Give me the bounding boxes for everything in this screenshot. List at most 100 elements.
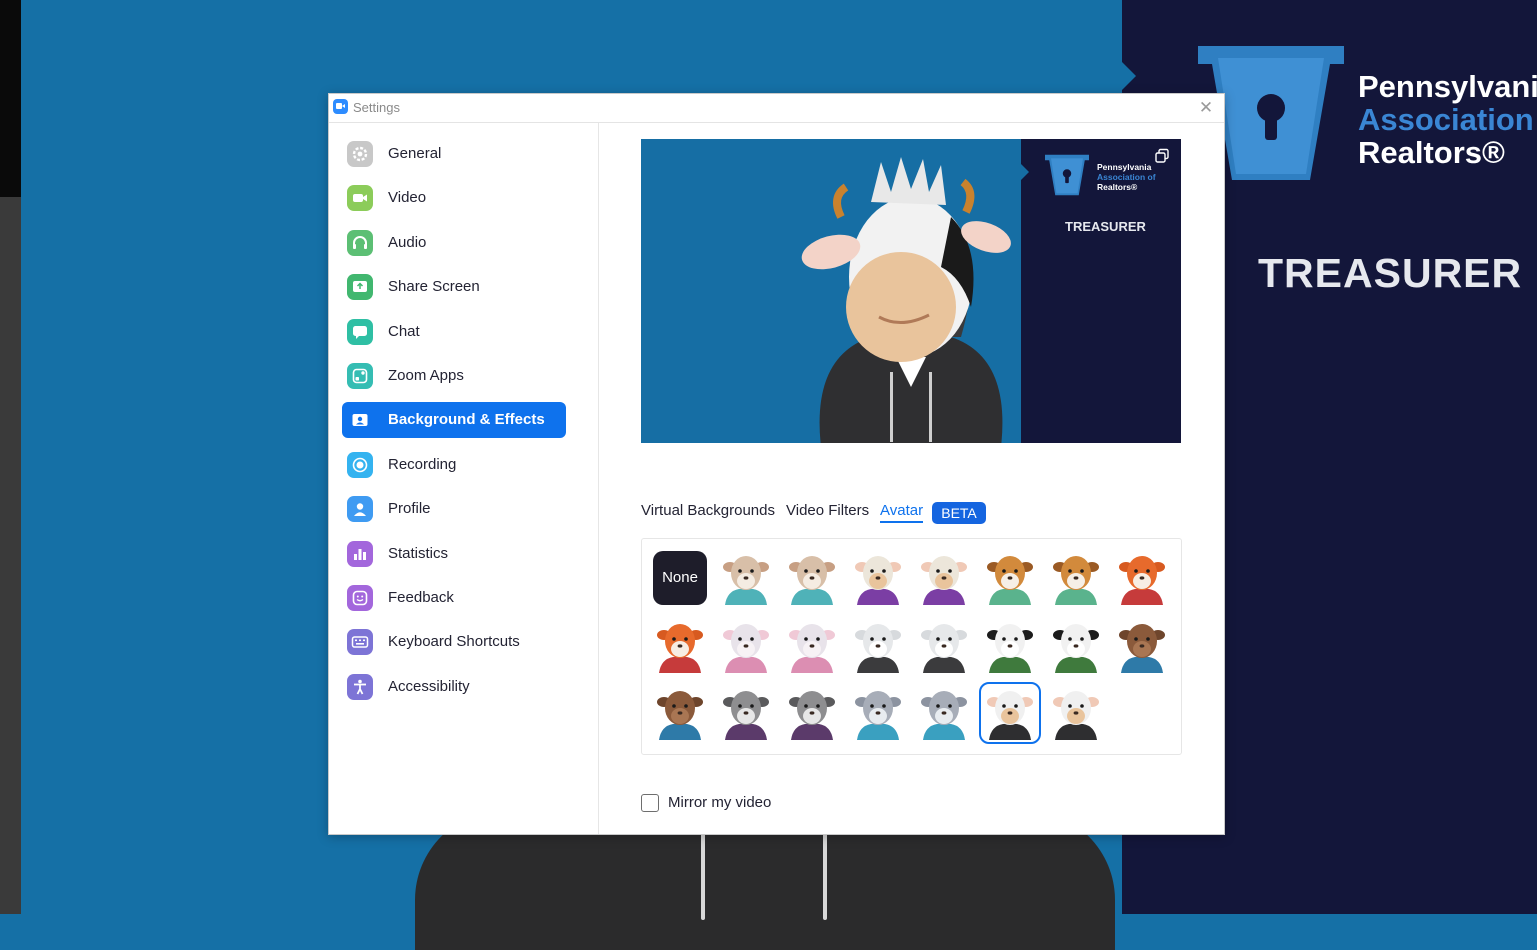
cow-avatar-icon	[917, 551, 971, 610]
sidebar-item-label: Background & Effects	[388, 411, 545, 429]
avatar-none-option[interactable]: None	[653, 551, 707, 605]
dog-avatar-icon	[983, 551, 1037, 610]
sidebar-item-feedback[interactable]: Feedback	[342, 580, 566, 616]
gear-icon	[347, 141, 373, 167]
org-line-2: Association	[1358, 102, 1534, 137]
sidebar-item-label: Recording	[388, 455, 457, 473]
tab-video-filters[interactable]: Video Filters	[786, 502, 869, 519]
cow-black-avatar-icon	[1049, 686, 1103, 745]
preview-org-line-3: Realtors®	[1097, 182, 1138, 192]
sidebar-item-profile[interactable]: Profile	[342, 491, 566, 527]
sidebar-item-label: Profile	[388, 500, 431, 518]
sidebar-item-label: General	[388, 145, 442, 162]
sidebar-item-label: Feedback	[388, 589, 454, 606]
keyboard-icon	[347, 629, 373, 656]
role-title: TREASURER	[1258, 250, 1523, 296]
sidebar-item-statistics[interactable]: Statistics	[342, 536, 566, 572]
preview-banner-notch	[1021, 164, 1029, 180]
avatar-cow-purple[interactable]	[851, 551, 905, 605]
avatar-panda-green[interactable]	[983, 619, 1037, 673]
avatar-raccoon-purple-2[interactable]	[785, 686, 839, 740]
panda-avatar-icon	[983, 619, 1037, 678]
beta-badge: BETA	[932, 502, 986, 524]
zoom-app-icon	[333, 99, 348, 114]
avatar-panda-green-2[interactable]	[1049, 619, 1103, 673]
sidebar-item-label: Audio	[388, 233, 427, 251]
sidebar-item-video[interactable]: Video	[342, 180, 566, 216]
sidebar-item-share-screen[interactable]: Share Screen	[342, 269, 566, 305]
tab-avatar[interactable]: Avatar	[880, 502, 924, 523]
panda-avatar-icon	[1049, 619, 1103, 678]
fox-avatar-icon	[653, 619, 707, 678]
sidebar-item-background-effects[interactable]: Background & Effects	[342, 402, 566, 439]
preview-role-title: TREASURER	[1065, 219, 1146, 234]
avatar-fox-red[interactable]	[1115, 551, 1169, 605]
window-title: Settings	[353, 100, 400, 115]
tab-virtual-backgrounds[interactable]: Virtual Backgrounds	[641, 502, 775, 519]
avatar-grid: None	[641, 538, 1182, 755]
chat-bubble-icon	[347, 318, 373, 345]
avatar-cow-black-2[interactable]	[1049, 686, 1103, 740]
avatar-beaver-blue-2[interactable]	[653, 686, 707, 740]
hoodie-string	[823, 830, 827, 920]
preview-org-name: Pennsylvania Association of Realtors®	[1097, 162, 1156, 192]
recording-icon	[347, 451, 373, 478]
avatar-dog-green[interactable]	[1049, 551, 1103, 605]
sidebar-item-label: Keyboard Shortcuts	[388, 633, 520, 651]
cow-black-avatar-icon	[983, 686, 1037, 745]
settings-window: Settings ✕ General Video Audio Share Screen…	[328, 93, 1225, 835]
cow-avatar-preview	[801, 157, 1011, 443]
banner-notch	[1122, 62, 1136, 90]
avatar-fox-red-2[interactable]	[653, 619, 707, 673]
sidebar-item-recording[interactable]: Recording	[342, 447, 566, 483]
settings-sidebar: General Video Audio Share Screen Chat Zoom Ap…	[329, 123, 599, 834]
avatar-cat-teal[interactable]	[719, 551, 773, 605]
avatar-raccoon-purple[interactable]	[719, 686, 773, 740]
sidebar-item-label: Video	[388, 189, 427, 207]
polar-bear-avatar-icon	[851, 619, 905, 678]
close-button[interactable]: ✕	[1195, 97, 1217, 119]
avatar-rabbit-pink-2[interactable]	[785, 619, 839, 673]
preview-org-line-2: Association of	[1097, 172, 1156, 182]
sidebar-item-label: Accessibility	[388, 677, 470, 695]
sidebar-item-label: Share Screen	[388, 278, 480, 296]
cat-avatar-icon	[719, 551, 773, 610]
mirror-video-checkbox[interactable]	[641, 794, 659, 812]
mirror-video-label: Mirror my video	[668, 794, 772, 811]
raccoon-avatar-icon	[719, 686, 773, 745]
avatar-polar-bear-dark-2[interactable]	[917, 619, 971, 673]
profile-icon	[347, 496, 373, 523]
fox-avatar-icon	[1115, 551, 1169, 610]
avatar-dog-teal[interactable]	[983, 551, 1037, 605]
keystone-logo-icon	[1045, 154, 1089, 196]
cat-avatar-icon	[785, 551, 839, 610]
org-name: Pennsylvani Association Realtors®	[1358, 70, 1537, 169]
sidebar-item-audio[interactable]: Audio	[342, 225, 566, 261]
sidebar-item-zoom-apps[interactable]: Zoom Apps	[342, 358, 566, 394]
sidebar-item-label: Chat	[388, 322, 420, 340]
avatar-cat-blue[interactable]	[785, 551, 839, 605]
avatar-polar-bear-dark[interactable]	[851, 619, 905, 673]
sidebar-item-general[interactable]: General	[342, 136, 566, 172]
video-camera-icon	[347, 185, 373, 212]
zoom-apps-icon	[347, 363, 373, 389]
title-bar: Settings ✕	[329, 94, 1224, 123]
dog-avatar-icon	[1049, 551, 1103, 610]
sidebar-item-keyboard-shortcuts[interactable]: Keyboard Shortcuts	[342, 624, 566, 660]
avatar-rabbit-pink[interactable]	[719, 619, 773, 673]
video-preview: Pennsylvania Association of Realtors® TR…	[641, 139, 1181, 443]
avatar-cow-black[interactable]	[979, 682, 1041, 744]
polar-bear-avatar-icon	[917, 619, 971, 678]
sidebar-item-chat[interactable]: Chat	[342, 314, 566, 350]
rabbit-avatar-icon	[785, 619, 839, 678]
org-line-1: Pennsylvani	[1358, 69, 1537, 104]
avatar-wolf-teal[interactable]	[851, 686, 905, 740]
popout-icon[interactable]	[1154, 148, 1170, 164]
avatar-wolf-blue[interactable]	[917, 686, 971, 740]
avatar-beaver-blue[interactable]	[1115, 619, 1169, 673]
sidebar-item-accessibility[interactable]: Accessibility	[342, 669, 566, 705]
wolf-avatar-icon	[851, 686, 905, 745]
raccoon-avatar-icon	[785, 686, 839, 745]
avatar-cow-purple-2[interactable]	[917, 551, 971, 605]
sidebar-item-label: Zoom Apps	[388, 367, 464, 384]
